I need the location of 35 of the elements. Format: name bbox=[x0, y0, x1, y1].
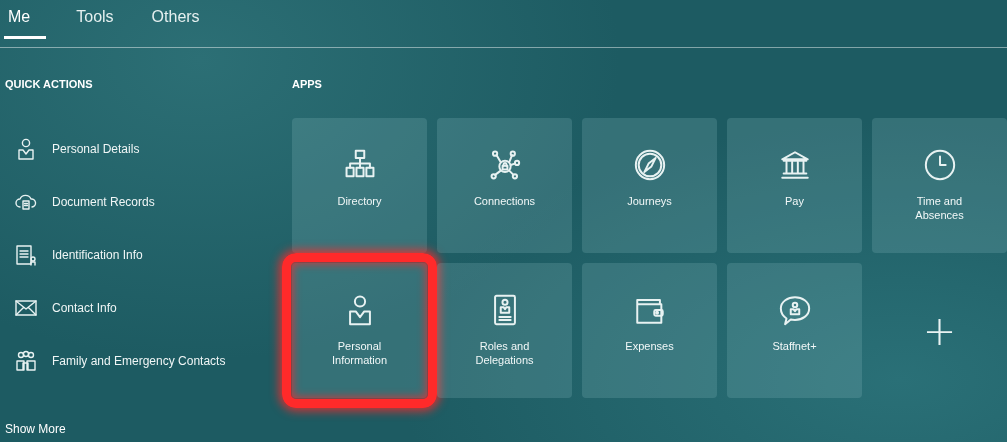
app-tile[interactable]: Connections bbox=[437, 118, 572, 253]
quick-action-link[interactable]: Document Records bbox=[52, 194, 155, 209]
app-tile[interactable]: Roles and Delegations bbox=[437, 263, 572, 398]
quick-action-link[interactable]: Personal Details bbox=[52, 141, 140, 156]
tile-label: Pay bbox=[784, 194, 805, 208]
tile-label: Directory bbox=[336, 194, 383, 208]
compass-icon bbox=[632, 148, 667, 182]
app-tile[interactable]: Expenses bbox=[582, 263, 717, 398]
tile-label: Journeys bbox=[626, 194, 673, 208]
app-tile[interactable]: Journeys bbox=[582, 118, 717, 253]
app-tile[interactable]: Staffnet+ bbox=[727, 263, 862, 398]
tile-label: Connections bbox=[472, 194, 537, 208]
tile-label: Staffnet+ bbox=[771, 339, 818, 353]
speech-bubble-person-icon bbox=[777, 293, 812, 327]
app-tile[interactable]: Directory bbox=[292, 118, 427, 253]
app-tile[interactable]: Personal Information bbox=[292, 263, 427, 398]
section-heading: QUICK ACTIONS bbox=[5, 78, 94, 92]
section-heading: APPS bbox=[292, 78, 323, 92]
tile-label: Time and Absences bbox=[914, 194, 965, 222]
clock-icon bbox=[922, 148, 957, 182]
app-tile[interactable]: Pay bbox=[727, 118, 862, 253]
tab[interactable]: Others bbox=[147, 0, 208, 39]
people-icon bbox=[14, 348, 38, 373]
quick-action-link[interactable]: Family and Emergency Contacts bbox=[52, 353, 226, 368]
show-more-link[interactable]: Show More bbox=[5, 422, 292, 442]
id-document-icon bbox=[14, 242, 38, 267]
tile-label: Expenses bbox=[624, 339, 675, 353]
tile-label: Roles and Delegations bbox=[474, 339, 535, 367]
app-tile[interactable]: Time and Absences bbox=[872, 118, 1007, 253]
tab[interactable]: Me bbox=[4, 0, 47, 39]
quick-action-link[interactable]: Contact Info bbox=[52, 300, 117, 315]
tile-label: Personal Information bbox=[331, 339, 388, 367]
add-button[interactable]: + bbox=[922, 310, 957, 351]
quick-action-link[interactable]: Identification Info bbox=[52, 247, 143, 262]
tab[interactable]: Tools bbox=[72, 0, 122, 39]
